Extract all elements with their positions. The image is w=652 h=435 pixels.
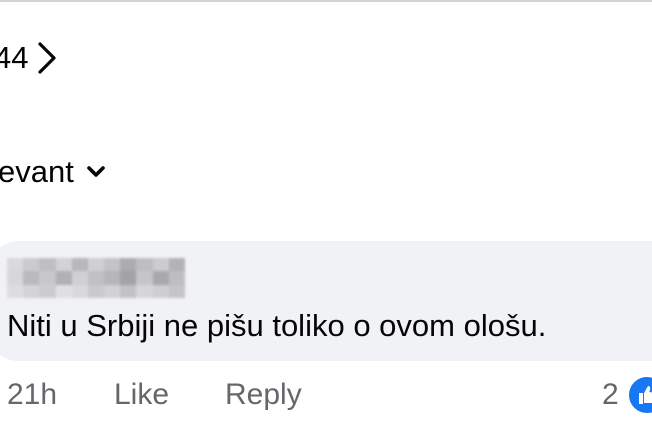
comment-sort-dropdown[interactable]: evant	[0, 148, 106, 196]
like-button[interactable]: Like	[114, 374, 169, 416]
comment-actions: 21h Like Reply 2	[7, 374, 652, 416]
comment-text: Niti u Srbiji ne pišu toliko o ovom ološ…	[7, 308, 547, 343]
sort-label: evant	[0, 154, 74, 189]
reactions-count: 44	[0, 40, 29, 75]
chevron-down-icon	[87, 166, 105, 177]
chevron-right-icon	[38, 42, 57, 74]
author-name-redacted[interactable]	[7, 258, 185, 298]
top-divider	[0, 0, 652, 2]
reply-button[interactable]: Reply	[225, 374, 302, 416]
like-reaction-icon	[626, 375, 652, 415]
reactions-count-link[interactable]: 44	[0, 30, 58, 86]
comment-reactions[interactable]: 2	[602, 374, 652, 416]
reaction-count: 2	[602, 378, 619, 411]
comment-timestamp[interactable]: 21h	[7, 374, 57, 416]
